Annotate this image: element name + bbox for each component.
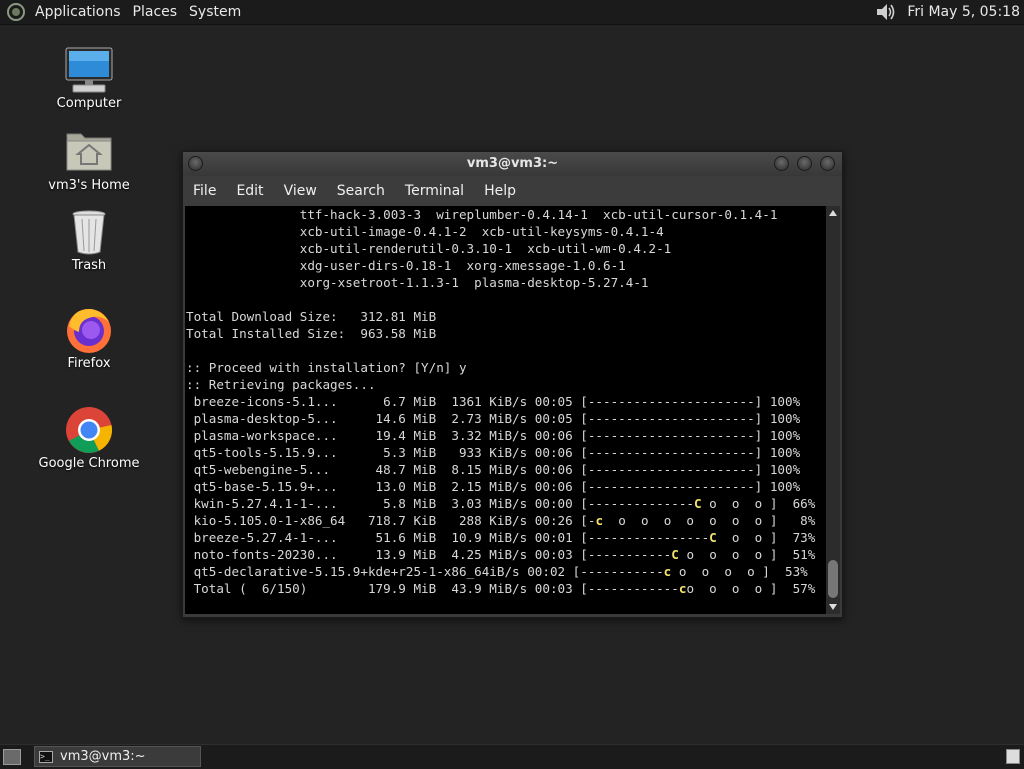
terminal-line: :: Retrieving packages... — [186, 377, 376, 392]
desktop-icon-label: Computer — [56, 96, 122, 111]
maximize-button[interactable] — [797, 156, 812, 171]
progress-line-text: kio-5.105.0-1-x86_64 718.7 KiB 288 KiB/s… — [186, 513, 596, 528]
applications-menu[interactable]: Applications — [29, 0, 127, 24]
terminal-line: Total ( 6/150) 179.9 MiB 43.9 MiB/s 00:0… — [186, 580, 826, 597]
pacman-progress-icon: c — [595, 513, 604, 528]
terminal-line: qt5-tools-5.15.9... 5.3 MiB 933 KiB/s 00… — [186, 445, 801, 460]
progress-line-text: breeze-5.27.4-1-... 51.6 MiB 10.9 MiB/s … — [186, 530, 710, 545]
window-title: vm3@vm3:~ — [466, 156, 559, 171]
progress-line-text: Total ( 6/150) 179.9 MiB 43.9 MiB/s 00:0… — [186, 581, 679, 596]
close-button[interactable] — [820, 156, 835, 171]
taskbar-terminal-label: vm3@vm3:~ — [60, 749, 146, 764]
terminal-line: qt5-webengine-5... 48.7 MiB 8.15 MiB/s 0… — [186, 462, 801, 477]
terminal-line: Total Download Size: 312.81 MiB — [186, 309, 437, 324]
pacman-progress-icon: C — [709, 530, 717, 545]
desktop-icon-chrome[interactable]: Google Chrome — [34, 406, 144, 472]
computer-icon — [63, 46, 115, 94]
terminal-output[interactable]: ttf-hack-3.003-3 wireplumber-0.4.14-1 xc… — [185, 206, 826, 614]
top-menu: Applications Places System — [0, 0, 247, 24]
trash-icon — [63, 208, 115, 256]
desktop-icon-computer[interactable]: Computer — [34, 46, 144, 112]
desktop-icon-label: Google Chrome — [38, 456, 140, 471]
places-menu[interactable]: Places — [127, 0, 184, 24]
terminal-line: :: Proceed with installation? [Y/n] y — [186, 360, 467, 375]
desktop-icon-trash[interactable]: Trash — [34, 208, 144, 274]
taskbar-terminal-button[interactable]: >_ vm3@vm3:~ — [34, 746, 201, 767]
progress-line-tail: o o o ] 66% — [701, 496, 816, 511]
desktop-icon-firefox[interactable]: Firefox — [34, 306, 144, 372]
home-folder-icon — [63, 128, 115, 176]
progress-line-tail: o o ] 73% — [716, 530, 816, 545]
pacman-progress-icon: C — [671, 547, 679, 562]
progress-line-tail: o o o o o o o ] 8% — [603, 513, 816, 528]
clock[interactable]: Fri May 5, 05:18 — [907, 4, 1024, 20]
desktop-icon-label: vm3's Home — [48, 178, 130, 193]
pacman-progress-icon: C — [694, 496, 702, 511]
scrollbar-thumb[interactable] — [828, 560, 838, 598]
terminal-line: Total Installed Size: 963.58 MiB — [186, 326, 437, 341]
minimize-button[interactable] — [774, 156, 789, 171]
menu-file[interactable]: File — [183, 176, 226, 206]
terminal-window: vm3@vm3:~ File Edit View Search Terminal… — [182, 151, 843, 618]
terminal-line: plasma-workspace... 19.4 MiB 3.32 MiB/s … — [186, 428, 801, 443]
top-panel-tray: Fri May 5, 05:18 — [875, 0, 1024, 24]
terminal-text: ttf-hack-3.003-3 wireplumber-0.4.14-1 xc… — [185, 206, 826, 597]
window-menu-icon[interactable] — [188, 156, 203, 171]
progress-line-text: noto-fonts-20230... 13.9 MiB 4.25 MiB/s … — [186, 547, 672, 562]
progress-line-text: kwin-5.27.4.1-1-... 5.8 MiB 3.03 MiB/s 0… — [186, 496, 694, 511]
menu-search[interactable]: Search — [327, 176, 395, 206]
terminal-line: plasma-desktop-5... 14.6 MiB 2.73 MiB/s … — [186, 411, 801, 426]
terminal-line: noto-fonts-20230... 13.9 MiB 4.25 MiB/s … — [186, 546, 826, 563]
progress-line-tail: o o o o ] 51% — [678, 547, 816, 562]
terminal-line: breeze-5.27.4-1-... 51.6 MiB 10.9 MiB/s … — [186, 529, 826, 546]
chrome-icon — [63, 406, 115, 454]
terminal-icon: >_ — [39, 750, 53, 763]
desktop-icon-label: Trash — [71, 258, 107, 273]
system-menu[interactable]: System — [183, 0, 247, 24]
menu-terminal[interactable]: Terminal — [395, 176, 474, 206]
workspace-switcher[interactable] — [1006, 749, 1020, 764]
terminal-line: xorg-xsetroot-1.1.3-1 plasma-desktop-5.2… — [186, 275, 649, 290]
terminal-line: ttf-hack-3.003-3 wireplumber-0.4.14-1 xc… — [186, 207, 778, 222]
terminal-menubar: File Edit View Search Terminal Help — [183, 176, 842, 206]
progress-line-tail: o o o o ] 57% — [686, 581, 816, 596]
terminal-line: breeze-icons-5.1... 6.7 MiB 1361 KiB/s 0… — [186, 394, 801, 409]
progress-line-text: qt5-declarative-5.15.9+kde+r25-1-x86_64i… — [186, 564, 664, 579]
distro-logo-icon[interactable] — [7, 3, 25, 21]
top-panel: Applications Places System Fri May 5, 05… — [0, 0, 1024, 25]
show-desktop-icon[interactable] — [3, 749, 21, 765]
progress-line-tail: o o o o ] 53% — [671, 564, 808, 579]
terminal-line: kwin-5.27.4.1-1-... 5.8 MiB 3.03 MiB/s 0… — [186, 495, 826, 512]
terminal-scrollbar[interactable] — [826, 206, 840, 614]
speaker-icon[interactable] — [875, 2, 897, 22]
terminal-line: qt5-base-5.15.9+... 13.0 MiB 2.15 MiB/s … — [186, 479, 801, 494]
terminal-line: xcb-util-image-0.4.1-2 xcb-util-keysyms-… — [186, 224, 664, 239]
window-titlebar[interactable]: vm3@vm3:~ — [183, 152, 842, 176]
desktop-icon-home[interactable]: vm3's Home — [34, 128, 144, 194]
scroll-down-icon[interactable] — [829, 604, 837, 610]
bottom-panel: >_ vm3@vm3:~ — [0, 744, 1024, 769]
terminal-line: xdg-user-dirs-0.18-1 xorg-xmessage-1.0.6… — [186, 258, 626, 273]
menu-view[interactable]: View — [274, 176, 327, 206]
menu-help[interactable]: Help — [474, 176, 526, 206]
terminal-line: qt5-declarative-5.15.9+kde+r25-1-x86_64i… — [186, 563, 826, 580]
firefox-icon — [63, 306, 115, 354]
terminal-line: xcb-util-renderutil-0.3.10-1 xcb-util-wm… — [186, 241, 672, 256]
desktop-icon-label: Firefox — [67, 356, 111, 371]
scroll-up-icon[interactable] — [829, 210, 837, 216]
terminal-line: kio-5.105.0-1-x86_64 718.7 KiB 288 KiB/s… — [186, 512, 826, 529]
menu-edit[interactable]: Edit — [226, 176, 273, 206]
